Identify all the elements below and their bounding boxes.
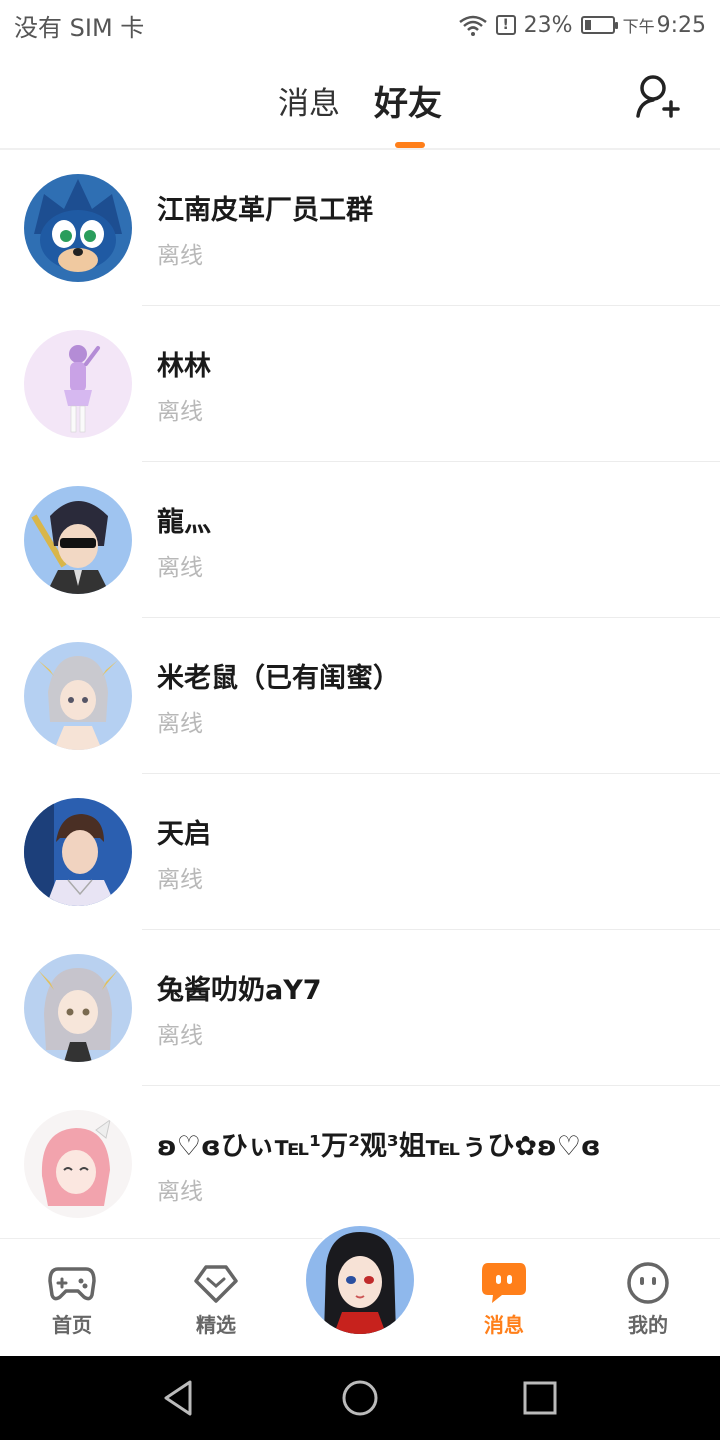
nav-messages[interactable]: 消息	[454, 1261, 554, 1338]
back-icon[interactable]	[158, 1376, 202, 1420]
avatar[interactable]	[24, 330, 132, 438]
ampm-text: 下午	[622, 17, 655, 36]
battery-icon	[580, 16, 618, 34]
avatar[interactable]	[24, 174, 132, 282]
heart-diamond-icon	[194, 1265, 238, 1303]
friend-name: ʚ♡ɞひぃ℡¹万²观³姐℡ぅひ✿ʚ♡ɞ	[157, 1131, 601, 1162]
friend-row[interactable]: 龍灬 离线	[0, 462, 720, 618]
friends-list: 江南皮革厂员工群 离线 林林 离线 龍灬 离线 米老鼠（已有闺蜜） 离线 天启 …	[0, 150, 720, 1242]
tab-friends[interactable]: 好友	[374, 76, 442, 125]
alert-icon: !	[495, 15, 516, 35]
avatar[interactable]	[24, 954, 132, 1062]
header: 消息 好友	[0, 50, 720, 150]
friend-row[interactable]: 米老鼠（已有闺蜜） 离线	[0, 618, 720, 774]
chat-bubble-icon	[482, 1263, 526, 1303]
friend-status: 离线	[157, 867, 203, 893]
friend-row[interactable]: 兔酱叻奶aY7 离线	[0, 930, 720, 1086]
nav-mine-label: 我的	[628, 1313, 668, 1337]
friend-status: 离线	[157, 1023, 203, 1049]
center-avatar-image	[306, 1226, 414, 1334]
nav-home-label: 首页	[52, 1313, 92, 1337]
active-tab-indicator	[395, 142, 425, 148]
nav-messages-label: 消息	[484, 1313, 524, 1337]
friend-status: 离线	[157, 711, 203, 737]
friend-status: 离线	[157, 243, 203, 269]
system-nav-bar	[0, 1356, 720, 1440]
home-circle-icon[interactable]	[338, 1376, 382, 1420]
nav-mine[interactable]: 我的	[598, 1261, 698, 1338]
friend-name: 兔酱叻奶aY7	[157, 975, 322, 1006]
avatar[interactable]	[24, 486, 132, 594]
battery-fill	[584, 20, 591, 30]
friend-name: 天启	[157, 819, 211, 850]
friend-name: 江南皮革厂员工群	[157, 195, 373, 226]
friend-row[interactable]: 林林 离线	[0, 306, 720, 462]
center-avatar-button[interactable]	[304, 1224, 416, 1336]
friend-name: 米老鼠（已有闺蜜）	[157, 663, 400, 694]
friend-row[interactable]: 天启 离线	[0, 774, 720, 930]
add-user-icon[interactable]	[632, 72, 682, 122]
status-bar: 没有 SIM 卡 ! 23% 下午 9:25	[0, 0, 720, 50]
carrier-text: 没有 SIM 卡	[14, 13, 145, 42]
avatar[interactable]	[24, 1110, 132, 1218]
friend-name: 林林	[157, 351, 211, 382]
friend-status: 离线	[157, 1179, 203, 1205]
avatar[interactable]	[24, 642, 132, 750]
clock-text: 9:25	[656, 12, 706, 38]
friend-name: 龍灬	[157, 507, 211, 538]
nav-featured[interactable]: 精选	[166, 1261, 266, 1338]
wifi-icon	[458, 15, 487, 36]
recent-apps-icon[interactable]	[518, 1376, 562, 1420]
friend-status: 离线	[157, 399, 203, 425]
battery-percent: 23%	[523, 12, 573, 38]
tab-messages[interactable]: 消息	[278, 78, 340, 123]
nav-home[interactable]: 首页	[22, 1261, 122, 1338]
friend-row[interactable]: 江南皮革厂员工群 离线	[0, 150, 720, 306]
face-icon	[627, 1262, 669, 1304]
gamepad-icon	[48, 1267, 96, 1301]
status-right: ! 23% 下午 9:25	[458, 13, 706, 38]
avatar[interactable]	[24, 798, 132, 906]
nav-featured-label: 精选	[196, 1313, 236, 1337]
friend-status: 离线	[157, 555, 203, 581]
